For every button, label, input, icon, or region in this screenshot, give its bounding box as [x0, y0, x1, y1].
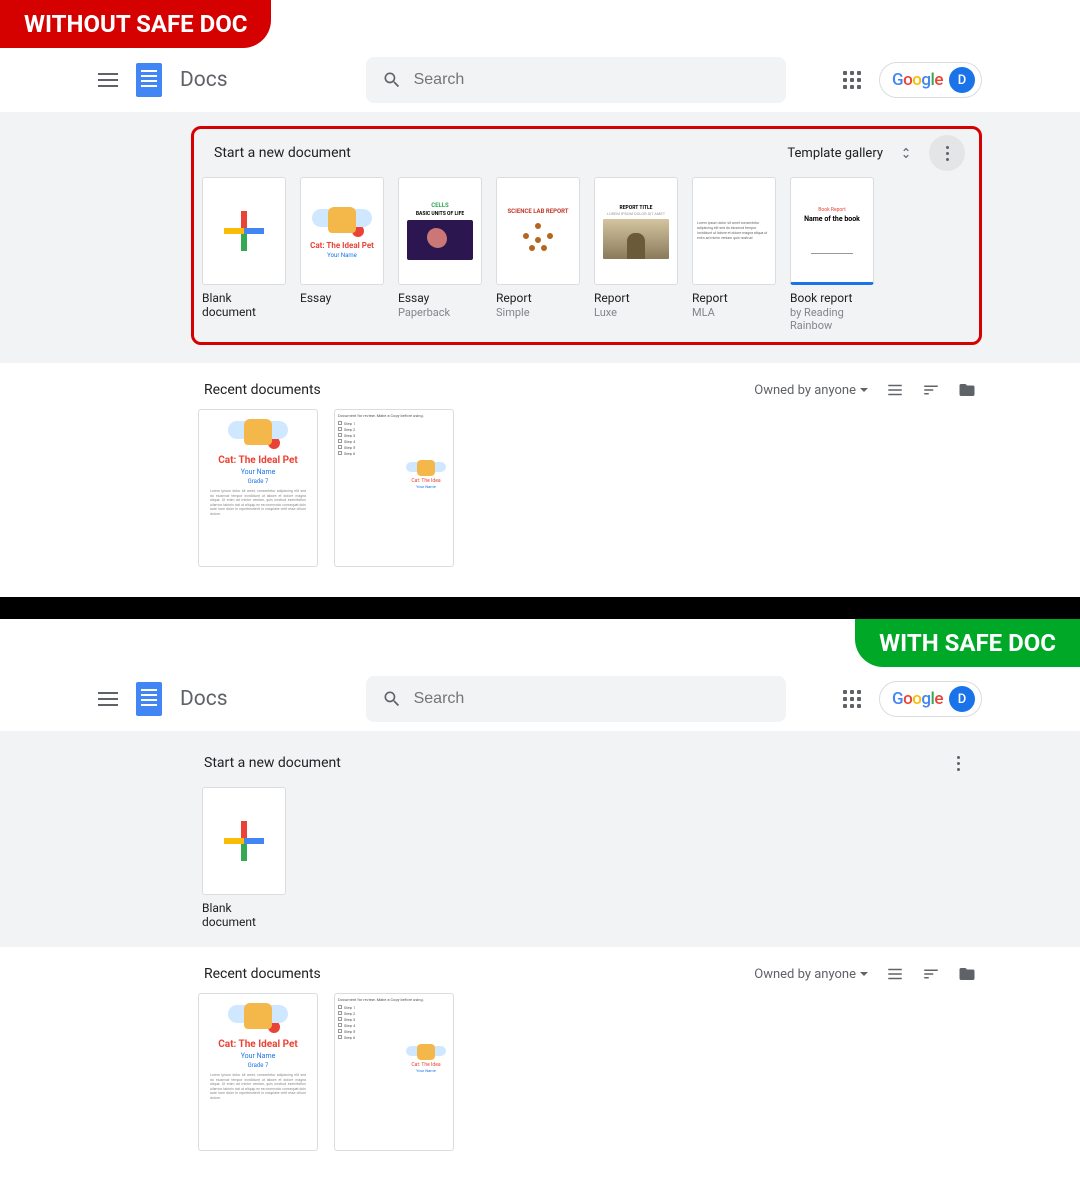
template-row: Blank document [98, 787, 982, 929]
template-section: Start a new document Blank document [0, 731, 1080, 947]
template-blank[interactable]: Blank document [202, 787, 286, 929]
avatar: D [949, 686, 975, 712]
recent-doc-1[interactable]: Cat: The Ideal Pet Your Name Grade 7 Lor… [198, 409, 318, 567]
sort-az-icon[interactable] [922, 965, 940, 983]
folder-icon[interactable] [958, 381, 976, 399]
owned-by-dropdown[interactable]: Owned by anyone [754, 383, 868, 398]
menu-icon[interactable] [98, 73, 118, 87]
search-icon [382, 689, 402, 709]
search-bar[interactable] [366, 676, 786, 722]
more-button[interactable] [940, 745, 976, 781]
recent-doc-2[interactable]: Document for review. Make a Copy before … [334, 993, 454, 1151]
template-section: Start a new document Template gallery Bl… [0, 112, 1080, 363]
chevron-down-icon [860, 388, 868, 392]
sort-az-icon[interactable] [922, 381, 940, 399]
list-view-icon[interactable] [886, 965, 904, 983]
search-input[interactable] [414, 71, 770, 89]
list-view-icon[interactable] [886, 381, 904, 399]
search-icon [382, 70, 402, 90]
owned-by-dropdown[interactable]: Owned by anyone [754, 967, 868, 982]
highlight-box: Start a new document Template gallery Bl… [191, 126, 982, 345]
more-button[interactable] [929, 135, 965, 171]
menu-icon[interactable] [98, 692, 118, 706]
recent-title: Recent documents [104, 382, 321, 398]
recent-doc-2[interactable]: Document for review. Make a Copy before … [334, 409, 454, 567]
recent-row: Cat: The Ideal Pet Your Name Grade 7 Lor… [98, 409, 982, 567]
folder-icon[interactable] [958, 965, 976, 983]
template-row: Blank document Cat: The Ideal PetYour Na… [202, 177, 971, 332]
recent-doc-1[interactable]: Cat: The Ideal Pet Your Name Grade 7 Lor… [198, 993, 318, 1151]
docs-logo-icon[interactable] [136, 63, 162, 97]
topbar: Docs Google D [98, 48, 982, 112]
docs-app-without: Docs Google D Start a new document Templ… [0, 48, 1080, 597]
template-report-mla[interactable]: Lorem ipsum dolor sit amet consectetur a… [692, 177, 776, 332]
start-new-doc-title: Start a new document [104, 755, 341, 771]
template-report-luxe[interactable]: REPORT TITLELOREM IPSUM DOLOR SIT AMET R… [594, 177, 678, 332]
chevron-down-icon [860, 972, 868, 976]
banner-with-label: WITH SAFE DOC [855, 619, 1080, 667]
account-button[interactable]: Google D [879, 62, 982, 98]
topbar: Docs Google D [98, 667, 982, 731]
banner-with: WITH SAFE DOC [0, 619, 1080, 667]
template-blank[interactable]: Blank document [202, 177, 286, 332]
google-logo: Google [892, 70, 943, 90]
recent-row: Cat: The Ideal Pet Your Name Grade 7 Lor… [98, 993, 982, 1151]
recent-title: Recent documents [104, 966, 321, 982]
docs-logo-icon[interactable] [136, 682, 162, 716]
search-bar[interactable] [366, 57, 786, 103]
template-essay[interactable]: Cat: The Ideal PetYour Name Essay [300, 177, 384, 332]
avatar: D [949, 67, 975, 93]
apps-grid-icon[interactable] [843, 690, 861, 708]
banner-without: WITHOUT SAFE DOC [0, 0, 1080, 48]
divider [0, 597, 1080, 619]
account-button[interactable]: Google D [879, 681, 982, 717]
apps-grid-icon[interactable] [843, 71, 861, 89]
google-logo: Google [892, 689, 943, 709]
banner-without-label: WITHOUT SAFE DOC [0, 0, 271, 48]
docs-app-with: Docs Google D Start a new document Blank… [0, 667, 1080, 1181]
app-name: Docs [180, 687, 228, 711]
template-essay-paperback[interactable]: CELLSBASIC UNITS OF LIFE Essay Paperback [398, 177, 482, 332]
recent-header: Recent documents Owned by anyone [98, 363, 982, 409]
start-new-doc-title: Start a new document [208, 145, 351, 161]
recent-header: Recent documents Owned by anyone [98, 947, 982, 993]
template-book-report[interactable]: Book ReportName of the book Book report … [790, 177, 874, 332]
template-gallery-button[interactable]: Template gallery [787, 146, 883, 161]
template-report-simple[interactable]: SCIENCE LAB REPORT Report Simple [496, 177, 580, 332]
app-name: Docs [180, 68, 228, 92]
unfold-icon[interactable] [899, 146, 913, 160]
search-input[interactable] [414, 690, 770, 708]
